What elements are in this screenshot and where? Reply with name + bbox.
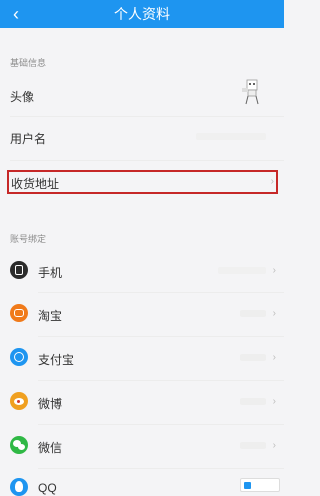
- chevron-right-icon: ›: [272, 396, 276, 407]
- account-label: 手机: [38, 266, 63, 280]
- top-bar: ‹ 个人资料: [0, 0, 284, 28]
- account-label: 淘宝: [38, 309, 63, 323]
- section-label-accounts: 账号绑定: [10, 234, 47, 244]
- phone-value-blurred: [218, 267, 266, 274]
- chevron-right-icon: ›: [272, 265, 276, 276]
- section-label-basic: 基础信息: [10, 58, 47, 68]
- account-row-taobao[interactable]: 淘宝 ›: [0, 301, 284, 327]
- divider: [38, 468, 284, 469]
- chevron-right-icon: ›: [272, 352, 276, 363]
- weibo-icon: [10, 392, 28, 410]
- weibo-status-blurred: [240, 398, 266, 405]
- taobao-status-blurred: [240, 310, 266, 317]
- account-row-wechat[interactable]: 微信 ›: [0, 433, 284, 459]
- username-value-blurred: [196, 133, 266, 140]
- account-label: 微博: [38, 397, 63, 411]
- address-highlight-box: [7, 170, 278, 194]
- page-title: 个人资料: [114, 6, 170, 22]
- watermark-logo: [240, 478, 280, 492]
- wechat-icon: [10, 436, 28, 454]
- account-label: QQ: [38, 481, 57, 495]
- avatar-row[interactable]: 头像: [0, 78, 284, 110]
- taobao-icon: [10, 304, 28, 322]
- alipay-status-blurred: [240, 354, 266, 361]
- avatar-label: 头像: [10, 90, 35, 104]
- divider: [10, 116, 284, 117]
- avatar[interactable]: [238, 78, 266, 108]
- username-label: 用户名: [10, 132, 47, 146]
- alipay-icon: [10, 348, 28, 366]
- divider: [38, 424, 284, 425]
- username-row[interactable]: 用户名: [0, 124, 284, 152]
- chevron-right-icon: ›: [272, 440, 276, 451]
- account-row-weibo[interactable]: 微博 ›: [0, 389, 284, 415]
- divider: [38, 336, 284, 337]
- account-label: 支付宝: [38, 353, 75, 367]
- qq-icon: [10, 478, 28, 496]
- account-label: 微信: [38, 441, 63, 455]
- wechat-status-blurred: [240, 442, 266, 449]
- account-row-phone[interactable]: 手机 ›: [0, 258, 284, 284]
- chevron-right-icon: ›: [272, 308, 276, 319]
- phone-icon: [10, 261, 28, 279]
- divider: [38, 292, 284, 293]
- divider: [38, 380, 284, 381]
- divider: [10, 160, 284, 161]
- account-row-alipay[interactable]: 支付宝 ›: [0, 345, 284, 371]
